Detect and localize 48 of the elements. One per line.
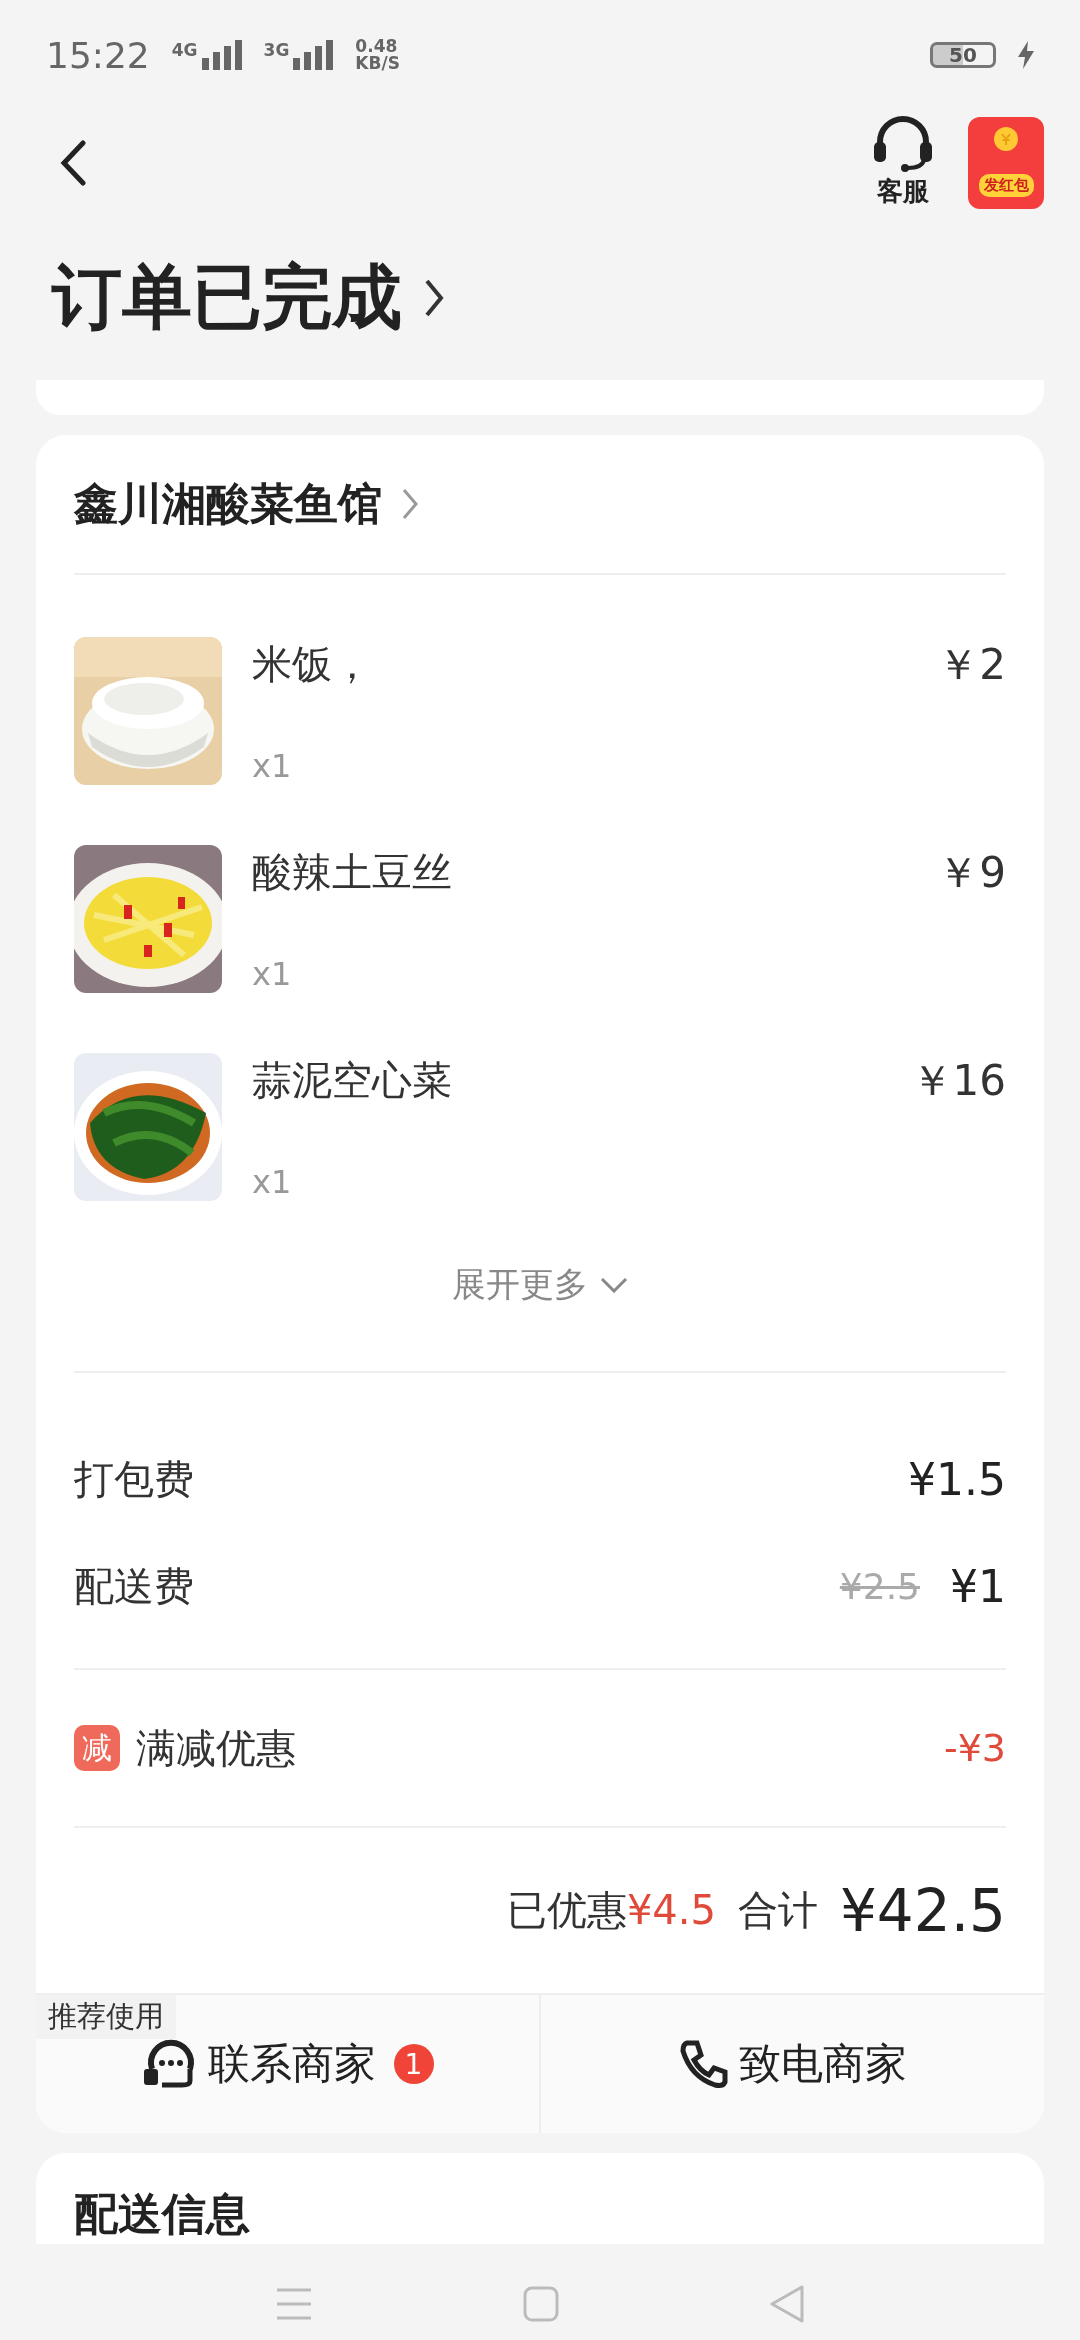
dish-price: ￥2 — [937, 639, 1006, 691]
discount-label: 满减优惠 — [136, 1723, 296, 1773]
section-title: 配送信息 — [74, 2188, 250, 2239]
discount-badge: 减 — [74, 1725, 120, 1771]
fee-price: ¥1.5 — [908, 1454, 1006, 1505]
gift-envelope-label[interactable]: 发红包 — [978, 173, 1034, 197]
chevron-right-icon[interactable] — [424, 277, 444, 318]
dish-price: ￥9 — [937, 847, 1006, 899]
dish-name: 米饭， — [252, 640, 373, 689]
gift-envelope-button[interactable]: 发红包 — [968, 116, 1044, 209]
fee-label: 配送费 — [74, 1562, 194, 1611]
saved-amount: 已优惠¥4.5 — [506, 1886, 716, 1935]
home-icon[interactable] — [523, 2286, 559, 2322]
dish-quantity: x1 — [252, 1163, 293, 1201]
dish-quantity: x1 — [252, 955, 293, 993]
signal-icon — [201, 40, 242, 70]
chevron-down-icon — [600, 1277, 628, 1293]
dish-price: ￥16 — [910, 1055, 1006, 1107]
call-merchant-button[interactable]: 致电商家 — [539, 1995, 1044, 2133]
speed-unit: KB/S — [355, 55, 400, 72]
fee-label: 打包费 — [74, 1455, 194, 1504]
signal-icon — [293, 40, 334, 70]
network-speed: 0.48 — [355, 38, 399, 55]
shop-name[interactable]: 鑫川湘酸菜鱼馆 — [74, 474, 382, 534]
contact-merchant-button[interactable]: 联系商家 1 推荐使用 — [36, 1995, 539, 2133]
unread-badge: 1 — [393, 2044, 434, 2084]
network-label: 3G — [263, 40, 290, 60]
back-icon[interactable] — [60, 139, 86, 186]
network-label: 4G — [171, 40, 198, 60]
menu-icon[interactable] — [275, 2287, 313, 2321]
order-status-title[interactable]: 订单已完成 — [52, 250, 402, 345]
total-label: 合计 — [737, 1886, 818, 1935]
headset-icon[interactable] — [872, 116, 934, 172]
total-price: ¥42.5 — [839, 1876, 1006, 1945]
coin-icon — [994, 126, 1018, 151]
dish-name: 蒜泥空心菜 — [252, 1056, 453, 1105]
battery-icon: 50 — [930, 42, 996, 68]
fee-price: ¥1 — [950, 1561, 1006, 1612]
dish-quantity: x1 — [252, 747, 293, 785]
expand-more-button[interactable]: 展开更多 — [452, 1262, 628, 1308]
phone-icon — [678, 2039, 729, 2089]
discount-amount: -¥3 — [943, 1726, 1006, 1770]
dish-name: 酸辣土豆丝 — [252, 848, 453, 897]
service-label[interactable]: 客服 — [877, 174, 929, 209]
charging-icon — [1018, 41, 1034, 69]
status-time: 15:22 — [46, 34, 150, 76]
recommend-tag: 推荐使用 — [36, 1995, 176, 2039]
original-price: ¥2.5 — [839, 1566, 920, 1607]
